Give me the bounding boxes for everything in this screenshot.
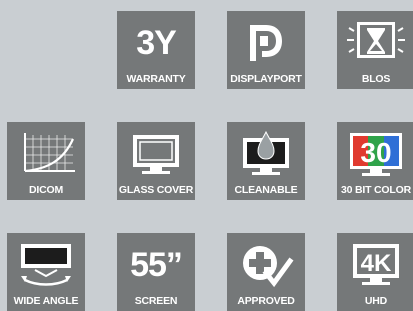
30-bit-color-label: 30 BIT COLOR xyxy=(341,184,411,196)
warranty-label: WARRANTY xyxy=(126,73,186,85)
screen-size-text: 55” xyxy=(130,246,183,284)
uhd-tile: 4K UHD xyxy=(337,233,413,311)
hourglass-monitor-icon xyxy=(337,17,413,69)
screen-tile: 55” SCREEN xyxy=(117,233,195,311)
warranty-tile: 3Y WARRANTY xyxy=(117,11,195,89)
dicom-label: DICOM xyxy=(29,184,63,196)
dicom-curve-icon xyxy=(7,128,85,180)
wide-angle-tile: WIDE ANGLE xyxy=(7,233,85,311)
rgb-30-icon: 30 xyxy=(337,128,413,180)
thirty-bit-text: 30 xyxy=(360,137,391,168)
approved-cross-check-icon xyxy=(227,239,305,291)
screen-label: SCREEN xyxy=(134,295,178,307)
wide-angle-icon xyxy=(7,239,85,291)
displayport-tile: DISPLAYPORT xyxy=(227,11,305,89)
warranty-years-text: 3Y xyxy=(136,24,177,62)
uhd-4k-icon: 4K xyxy=(337,239,413,291)
approved-label: APPROVED xyxy=(237,295,295,307)
displayport-label: DISPLAYPORT xyxy=(230,73,302,85)
glass-cover-tile: GLASS COVER xyxy=(117,122,195,200)
screen-size-icon: 55” xyxy=(117,239,195,291)
wide-angle-label: WIDE ANGLE xyxy=(13,295,79,307)
dicom-tile: DICOM xyxy=(7,122,85,200)
cleanable-tile: CLEANABLE xyxy=(227,122,305,200)
cleanable-label: CLEANABLE xyxy=(234,184,298,196)
glass-cover-label: GLASS COVER xyxy=(118,184,194,196)
30-bit-color-tile: 30 30 BIT COLOR xyxy=(337,122,413,200)
uhd-4k-text: 4K xyxy=(361,250,392,277)
uhd-label: UHD xyxy=(364,295,388,307)
blos-label: BLOS xyxy=(361,73,391,85)
approved-tile: APPROVED xyxy=(227,233,305,311)
blos-tile: BLOS xyxy=(337,11,413,89)
warranty-icon: 3Y xyxy=(117,17,195,69)
displayport-icon xyxy=(227,17,305,69)
monitor-glass-icon xyxy=(117,128,195,180)
droplet-monitor-icon xyxy=(227,128,305,180)
